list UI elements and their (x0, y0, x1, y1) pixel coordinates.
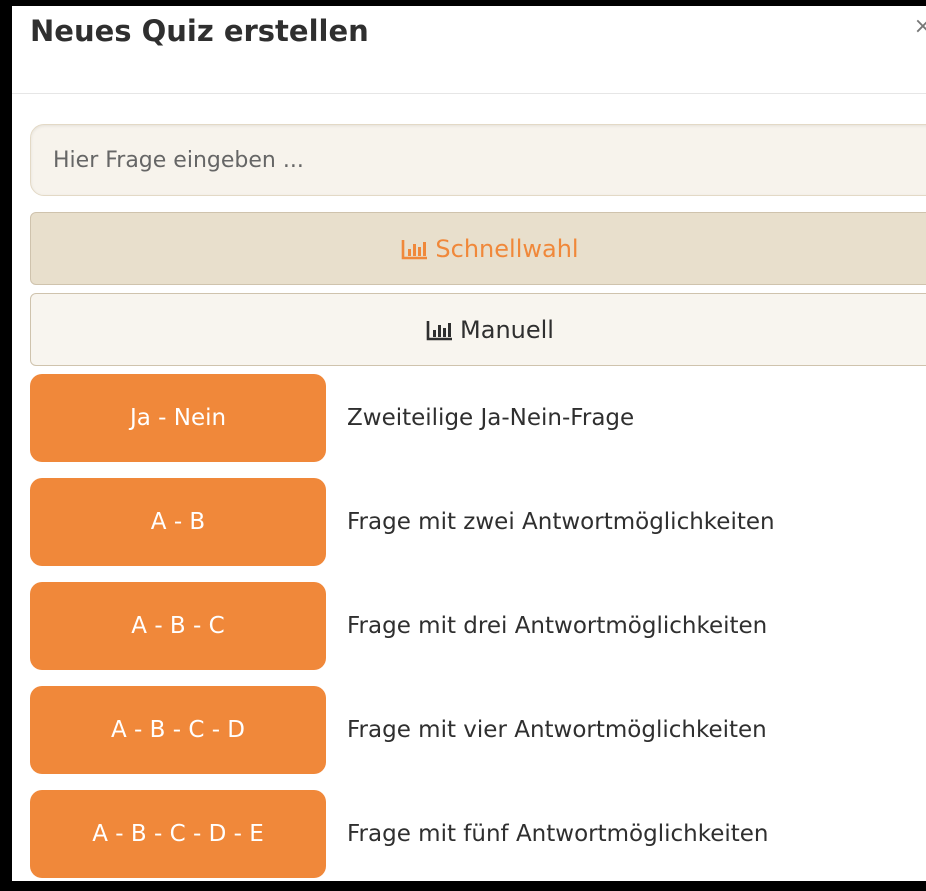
bar-chart-icon (401, 238, 429, 260)
choice-description: Frage mit vier Antwortmöglichkeiten (347, 717, 767, 743)
bar-chart-icon (426, 319, 454, 341)
dialog-title: Neues Quiz erstellen (30, 14, 369, 48)
a-b-button[interactable]: A - B (30, 478, 326, 566)
choice-row-ja-nein: Ja - Nein Zweiteilige Ja-Nein-Frage (30, 374, 926, 462)
choice-description: Frage mit zwei Antwortmöglichkeiten (347, 509, 775, 535)
a-b-c-d-e-button[interactable]: A - B - C - D - E (30, 790, 326, 878)
schnellwahl-label: Schnellwahl (435, 234, 579, 263)
choice-row-a-b-c-d: A - B - C - D Frage mit vier Antwortmögl… (30, 686, 926, 774)
choice-description: Zweiteilige Ja-Nein-Frage (347, 405, 635, 431)
schnellwahl-button[interactable]: Schnellwahl (30, 212, 926, 285)
question-input[interactable] (30, 124, 926, 196)
quiz-dialog: Neues Quiz erstellen × Schnellwahl (0, 0, 926, 891)
ja-nein-button[interactable]: Ja - Nein (30, 374, 326, 462)
a-b-c-d-button[interactable]: A - B - C - D (30, 686, 326, 774)
choice-row-a-b: A - B Frage mit zwei Antwortmöglichkeite… (30, 478, 926, 566)
manuell-label: Manuell (460, 315, 554, 344)
choice-description: Frage mit drei Antwortmöglichkeiten (347, 613, 768, 639)
choice-description: Frage mit fünf Antwortmöglichkeiten (347, 821, 769, 847)
choice-row-a-b-c-d-e: A - B - C - D - E Frage mit fünf Antwort… (30, 790, 926, 878)
dialog-header: Neues Quiz erstellen × (12, 6, 926, 94)
manuell-button[interactable]: Manuell (30, 293, 926, 366)
a-b-c-button[interactable]: A - B - C (30, 582, 326, 670)
choice-row-a-b-c: A - B - C Frage mit drei Antwortmöglichk… (30, 582, 926, 670)
close-icon[interactable]: × (914, 14, 926, 39)
